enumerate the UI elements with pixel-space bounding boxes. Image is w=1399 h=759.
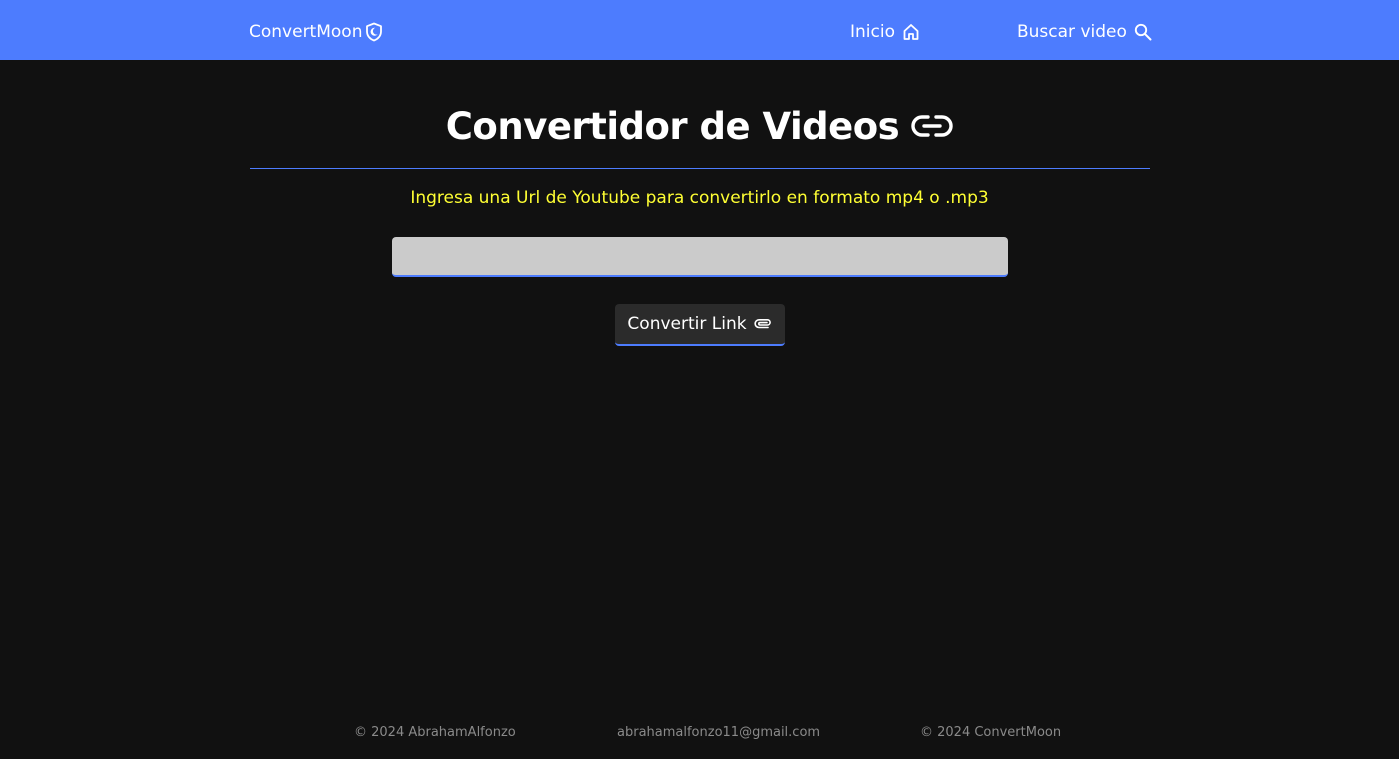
nav-inicio[interactable]: Inicio [850,20,920,44]
instructions-text: Ingresa una Url de Youtube para converti… [410,188,989,208]
page-title-text: Convertidor de Videos [445,104,900,148]
nav-inicio-label: Inicio [850,22,895,42]
brand-link[interactable]: ConvertMoon [249,20,383,44]
convert-link-button[interactable]: Convertir Link [615,304,785,346]
link-icon [911,113,953,139]
title-divider [250,168,1150,169]
paperclip-icon [753,317,773,331]
shield-moon-icon [365,22,383,42]
home-icon [902,23,920,41]
url-input[interactable] [392,237,1008,277]
navbar: ConvertMoon Inicio Buscar video [0,0,1399,60]
nav-buscar-video[interactable]: Buscar video [1017,20,1152,44]
search-icon [1134,23,1152,41]
brand-name: ConvertMoon [249,22,363,42]
footer-copyright-site: © 2024 ConvertMoon [920,725,1062,740]
nav-buscar-label: Buscar video [1017,22,1127,42]
page-title: Convertidor de Videos [0,98,1399,154]
footer-email: abrahamalfonzo11@gmail.com [617,725,821,740]
convert-link-label: Convertir Link [627,314,747,334]
footer-copyright-author: © 2024 AbrahamAlfonzo [354,725,516,740]
